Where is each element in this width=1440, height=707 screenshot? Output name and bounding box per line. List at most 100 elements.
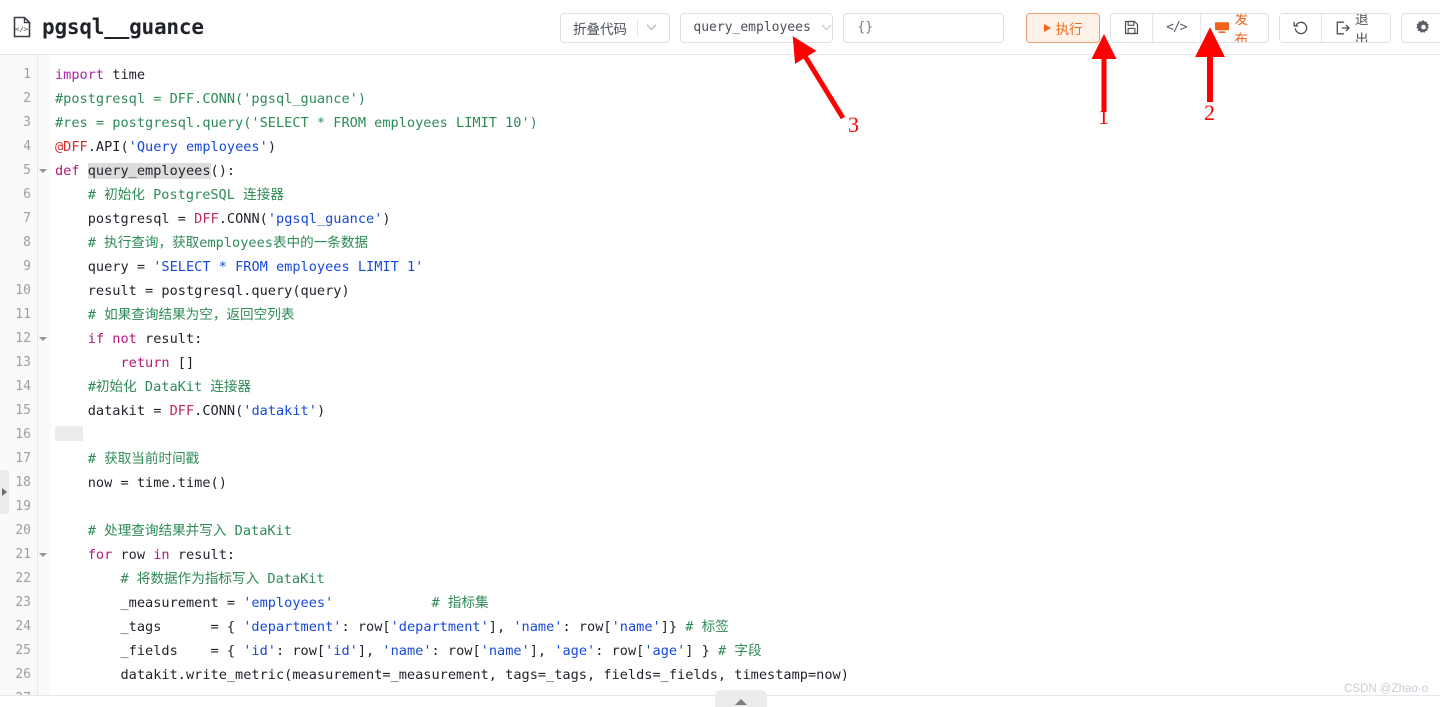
code-editor-app: </> pgsql__guance 折叠代码 query_employees {…: [0, 0, 1440, 707]
chevron-down-icon: [39, 553, 47, 557]
code-line[interactable]: datakit = DFF.CONN('datakit'): [55, 399, 1440, 423]
line-number: 17: [15, 451, 31, 466]
line-number: 6: [23, 187, 31, 202]
fold-toggle-icon[interactable]: [38, 543, 51, 567]
chevron-down-icon: [39, 337, 47, 341]
code-line[interactable]: now = time.time(): [55, 471, 1440, 495]
line-number: 10: [15, 283, 31, 298]
line-number: 9: [23, 259, 31, 274]
chevron-down-icon[interactable]: [638, 14, 664, 42]
annotation-label-1: 1: [1098, 104, 1109, 129]
line-number: 24: [15, 619, 31, 634]
line-number-gutter: 1 2 3 4 5 6 7 8 9 10 11 12 13 14 15 16 17 18 19 20 21 22 23 24 2…: [0, 55, 38, 707]
code-line[interactable]: result = postgresql.query(query): [55, 279, 1440, 303]
code-line[interactable]: # 获取当前时间戳: [55, 447, 1440, 471]
code-editor-area[interactable]: 1 2 3 4 5 6 7 8 9 10 11 12 13 14 15 16 17 18 19 20 21 22 23 24 2…: [0, 55, 1440, 707]
code-line[interactable]: query = 'SELECT * FROM employees LIMIT 1…: [55, 255, 1440, 279]
line-number: 8: [23, 235, 31, 250]
save-button[interactable]: [1111, 13, 1154, 42]
chevron-down-icon[interactable]: [821, 14, 833, 42]
code-line[interactable]: #初始化 DataKit 连接器: [55, 375, 1440, 399]
bottom-panel-handle[interactable]: [715, 690, 767, 707]
line-number: 11: [15, 307, 31, 322]
function-select[interactable]: query_employees: [680, 12, 834, 43]
line-number: 22: [15, 571, 31, 586]
code-line[interactable]: _measurement = 'employees' # 指标集: [55, 591, 1440, 615]
code-line[interactable]: for row in result:: [55, 543, 1440, 567]
fold-code-select-label: 折叠代码: [573, 21, 627, 37]
code-line[interactable]: if not result:: [55, 327, 1440, 351]
code-line[interactable]: # 初始化 PostgreSQL 连接器: [55, 183, 1440, 207]
fold-code-select[interactable]: 折叠代码: [560, 12, 671, 43]
line-number: 21: [15, 547, 31, 562]
code-line[interactable]: _tags = { 'department': row['department'…: [55, 615, 1440, 639]
publish-button-label: 发布: [1234, 12, 1249, 43]
fold-toggle-icon[interactable]: [38, 327, 51, 351]
collapse-sidebar-arrow-icon[interactable]: [0, 470, 9, 514]
code-line[interactable]: # 如果查询结果为空，返回空列表: [55, 303, 1440, 327]
fold-toggle-icon[interactable]: [38, 159, 51, 183]
gear-icon: [1416, 20, 1431, 35]
code-line[interactable]: #res = postgresql.query('SELECT * FROM e…: [55, 111, 1440, 135]
line-number: 5: [23, 163, 31, 178]
line-number: 25: [15, 643, 31, 658]
code-line[interactable]: # 将数据作为指标写入 DataKit: [55, 567, 1440, 591]
function-select-label: query_employees: [693, 20, 811, 35]
fold-marker-column[interactable]: [38, 55, 51, 707]
exit-button[interactable]: 退出: [1321, 12, 1391, 43]
code-line[interactable]: _fields = { 'id': row['id'], 'name': row…: [55, 639, 1440, 663]
run-button[interactable]: 执行: [1026, 12, 1101, 43]
code-line[interactable]: datakit.write_metric(measurement=_measur…: [55, 663, 1440, 687]
run-button-label: 执行: [1055, 21, 1083, 37]
chevron-up-icon: [735, 699, 747, 705]
code-line[interactable]: [55, 495, 1440, 519]
code-line[interactable]: def query_employees():: [55, 159, 1440, 183]
line-number: 4: [23, 139, 31, 154]
svg-text:</>: </>: [15, 25, 29, 34]
line-number: 7: [23, 211, 31, 226]
code-line[interactable]: import time: [55, 63, 1440, 87]
line-number: 1: [23, 67, 31, 82]
line-number: 12: [15, 331, 31, 346]
play-icon: [1043, 23, 1051, 32]
view-code-button[interactable]: </>: [1153, 13, 1201, 42]
code-line[interactable]: # 处理查询结果并写入 DataKit: [55, 519, 1440, 543]
publish-button[interactable]: 发布: [1200, 12, 1268, 43]
undo-history-icon: [1293, 20, 1308, 35]
code-line[interactable]: #postgresql = DFF.CONN('pgsql_guance'): [55, 87, 1440, 111]
title-area: </> pgsql__guance: [12, 15, 204, 39]
line-number: 2: [23, 91, 31, 106]
header-toolbar: 折叠代码 query_employees {} 执行 </> 发布 退出: [560, 0, 1440, 55]
annotation-label-3: 3: [848, 112, 859, 137]
code-content[interactable]: import time #postgresql = DFF.CONN('pgsql…: [51, 55, 1440, 707]
annotation-label-2: 2: [1204, 100, 1215, 125]
code-line[interactable]: @DFF.API('Query employees'): [55, 135, 1440, 159]
code-line[interactable]: # 执行查询，获取employees表中的一条数据: [55, 231, 1440, 255]
code-line[interactable]: return []: [55, 351, 1440, 375]
history-button[interactable]: [1279, 13, 1322, 42]
code-line[interactable]: [55, 423, 1440, 447]
arrow-right-glyph: [2, 488, 7, 496]
history-exit-button-group: 退出: [1278, 12, 1392, 43]
code-line[interactable]: postgresql = DFF.CONN('pgsql_guance'): [55, 207, 1440, 231]
line-number: 13: [15, 355, 31, 370]
app-header: </> pgsql__guance 折叠代码 query_employees {…: [0, 0, 1440, 55]
exit-button-label: 退出: [1354, 12, 1369, 43]
settings-button[interactable]: [1401, 12, 1440, 43]
params-json-input[interactable]: {}: [843, 12, 1005, 43]
line-number: 15: [15, 403, 31, 418]
